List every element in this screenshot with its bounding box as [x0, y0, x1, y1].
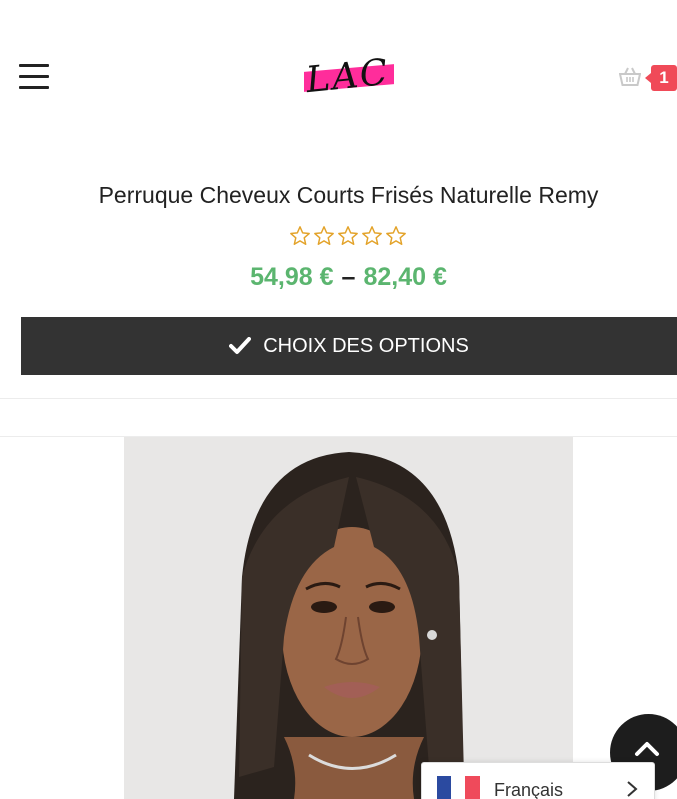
language-label: Français — [494, 780, 564, 799]
chevron-right-icon — [627, 781, 638, 797]
checkmark-icon — [229, 337, 252, 354]
star-icon — [338, 226, 358, 245]
site-header: LAC 1 — [0, 0, 677, 150]
shopping-basket-icon — [619, 67, 641, 86]
france-flag-icon — [437, 776, 480, 799]
price-range: 54,98 € –82,40 € — [0, 263, 677, 292]
price-min: 54,98 € — [250, 263, 334, 291]
product-image[interactable] — [124, 437, 573, 799]
site-logo[interactable]: LAC — [300, 52, 398, 101]
logo-text: LAC — [304, 51, 392, 102]
chevron-up-icon — [635, 742, 659, 756]
cart-button[interactable]: 1 — [617, 64, 677, 92]
star-icon — [290, 226, 310, 245]
price-max: 82,40 € — [363, 263, 447, 291]
rating-stars — [289, 225, 409, 249]
product-photo — [124, 437, 573, 799]
select-options-button[interactable]: CHOIX DES OPTIONS — [21, 317, 677, 375]
hamburger-menu-icon[interactable] — [19, 64, 49, 90]
star-icon — [362, 226, 382, 245]
language-switcher[interactable]: Français — [421, 762, 655, 799]
cart-count-badge: 1 — [645, 65, 677, 91]
price-separator: – — [341, 263, 356, 291]
select-options-label: CHOIX DES OPTIONS — [263, 334, 469, 357]
star-icon — [386, 226, 406, 245]
product-title: Perruque Cheveux Courts Frisés Naturelle… — [98, 182, 599, 208]
star-icon — [314, 226, 334, 245]
divider — [0, 398, 677, 399]
